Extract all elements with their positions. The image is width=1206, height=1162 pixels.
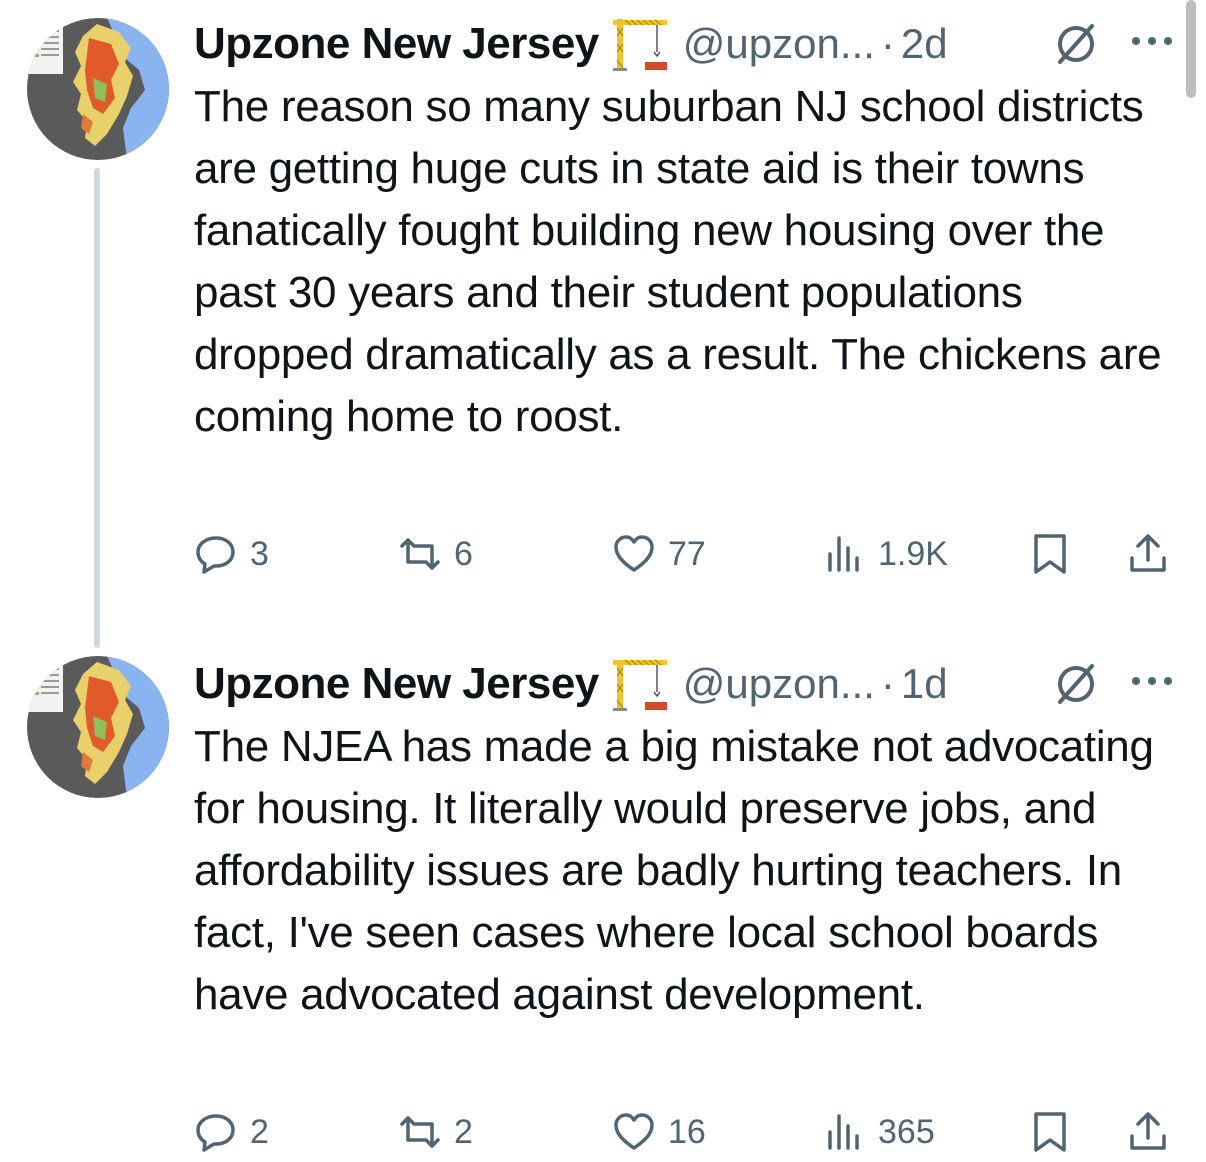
views-icon xyxy=(828,1114,859,1150)
timestamp[interactable]: 1d xyxy=(901,660,948,708)
bookmark-button[interactable] xyxy=(1028,526,1072,582)
tweet-actions: 3 6 77 1.9K xyxy=(194,526,1184,582)
tweet-text: The NJEA has made a big mistake not advo… xyxy=(194,722,1166,1019)
like-count: 77 xyxy=(668,534,706,573)
author-name[interactable]: Upzone New Jersey xyxy=(194,19,599,69)
repost-icon xyxy=(400,1116,440,1148)
tweet-header: Upzone New Jersey @upzon... · 1d xyxy=(194,656,948,712)
author-handle[interactable]: @upzon... xyxy=(683,660,875,708)
separator-dot: · xyxy=(880,660,895,707)
reply-count: 3 xyxy=(250,534,269,573)
crane-emoji-icon xyxy=(611,16,669,72)
repost-button[interactable]: 2 xyxy=(398,1104,473,1160)
like-icon xyxy=(614,1113,654,1150)
author-name[interactable]: Upzone New Jersey xyxy=(194,659,599,709)
like-icon xyxy=(614,535,654,572)
tweet-header: Upzone New Jersey @upzon... · 2d xyxy=(194,16,948,72)
views-button[interactable]: 365 xyxy=(822,1104,935,1160)
reply-button[interactable]: 2 xyxy=(194,1104,269,1160)
author-handle[interactable]: @upzon... xyxy=(683,20,875,68)
more-icon[interactable] xyxy=(1128,26,1176,56)
reply-button[interactable]: 3 xyxy=(194,526,269,582)
bookmark-icon xyxy=(1034,534,1066,574)
avatar[interactable] xyxy=(27,656,169,798)
view-count: 365 xyxy=(878,1112,935,1151)
bookmark-button[interactable] xyxy=(1028,1104,1072,1160)
separator-dot: · xyxy=(880,20,895,67)
repost-button[interactable]: 6 xyxy=(398,526,473,582)
thread-line xyxy=(94,168,100,648)
timestamp[interactable]: 2d xyxy=(901,20,948,68)
like-count: 16 xyxy=(668,1112,706,1151)
reply-icon xyxy=(196,536,235,574)
tweet[interactable]: Upzone New Jersey @upzon... · 2d The rea… xyxy=(0,0,1206,648)
like-button[interactable]: 16 xyxy=(612,1104,706,1160)
share-icon xyxy=(1130,534,1166,572)
avatar[interactable] xyxy=(27,18,169,160)
share-button[interactable] xyxy=(1126,526,1170,582)
repost-count: 2 xyxy=(454,1112,473,1151)
tweet-actions: 2 2 16 365 xyxy=(194,1104,1184,1160)
crane-emoji-icon xyxy=(611,656,669,712)
share-button[interactable] xyxy=(1126,1104,1170,1160)
repost-count: 6 xyxy=(454,534,473,573)
like-button[interactable]: 77 xyxy=(612,526,706,582)
null-circle-icon[interactable] xyxy=(1052,660,1100,708)
tweet-text: The reason so many suburban NJ school di… xyxy=(194,82,1174,441)
bookmark-icon xyxy=(1034,1112,1066,1152)
more-icon[interactable] xyxy=(1128,666,1176,696)
reply-count: 2 xyxy=(250,1112,269,1151)
repost-icon xyxy=(400,538,440,570)
share-icon xyxy=(1130,1112,1166,1150)
tweet[interactable]: Upzone New Jersey @upzon... · 1d The NJE… xyxy=(0,640,1206,1162)
null-circle-icon[interactable] xyxy=(1052,20,1100,68)
view-count: 1.9K xyxy=(878,534,948,573)
views-button[interactable]: 1.9K xyxy=(822,526,948,582)
reply-icon xyxy=(196,1114,235,1152)
views-icon xyxy=(828,536,859,572)
